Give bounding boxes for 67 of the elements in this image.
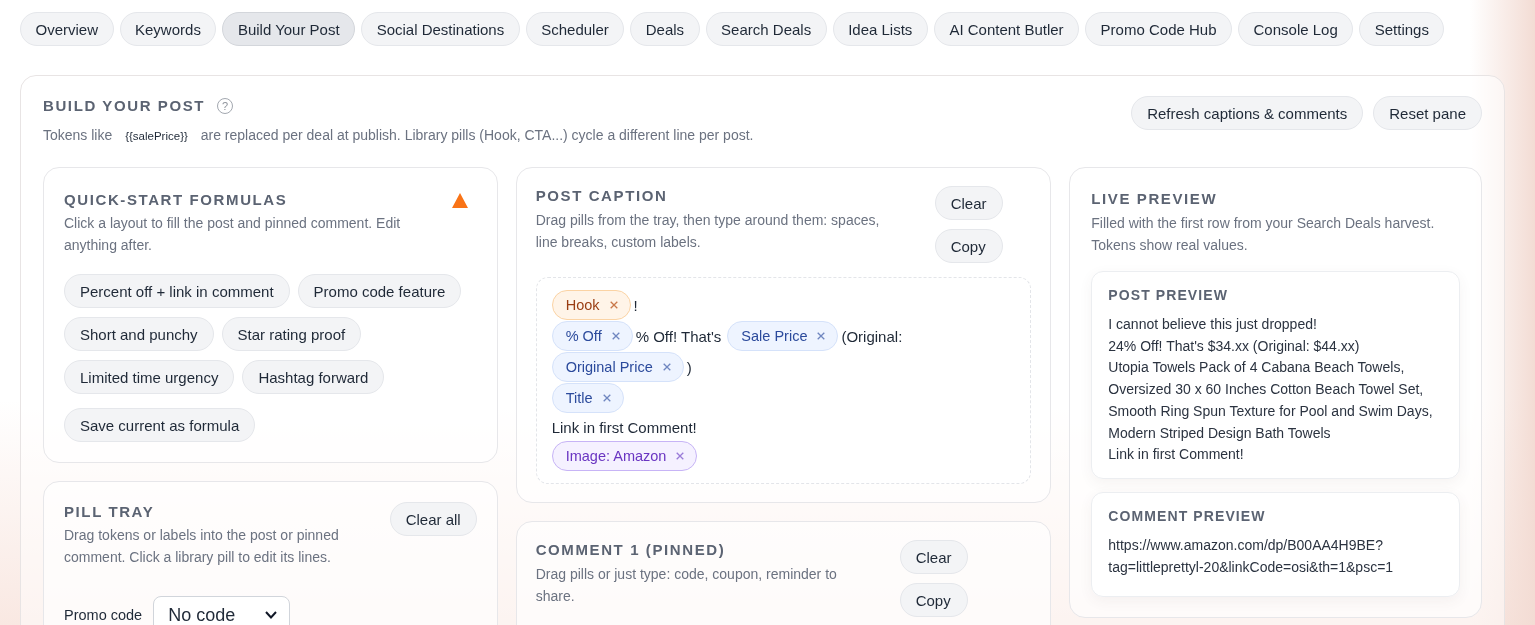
card-title: COMMENT 1 (PINNED) — [535, 540, 727, 560]
token-pill[interactable]: Original Price — [551, 352, 684, 382]
clear-button[interactable]: Clear — [934, 186, 1003, 220]
tab[interactable]: Promo Code Hub — [1085, 12, 1232, 46]
library-pill[interactable]: Hook — [551, 290, 631, 320]
tab[interactable]: Keywords — [119, 12, 217, 46]
copy-button[interactable]: Copy — [899, 583, 968, 617]
tab[interactable]: AI Content Butler — [933, 12, 1080, 46]
promo-code-select[interactable]: No code — [153, 596, 291, 625]
caption-text: ! — [633, 296, 638, 314]
token-pill[interactable]: % Off — [551, 321, 633, 351]
card-description: Filled with the first row from your Search Deals harvest. Tokens show real values. — [1091, 214, 1436, 255]
image-pill[interactable]: Image: Amazon — [551, 441, 698, 471]
card-title: POST CAPTION — [535, 186, 669, 206]
panel-description: Tokens like {{salePrice}} are replaced per deal at publish. Library pills (Hook, CTA...) cycle a different line per post. — [43, 126, 754, 145]
close-icon[interactable] — [817, 332, 826, 340]
tab[interactable]: Deals — [630, 12, 700, 46]
save-formula-button[interactable]: Save current as formula — [64, 408, 256, 442]
tab[interactable]: Console Log — [1238, 12, 1354, 46]
formula-button[interactable]: Hashtag forward — [242, 360, 385, 394]
formula-button[interactable]: Star rating proof — [221, 317, 362, 351]
close-icon[interactable] — [662, 363, 671, 371]
preview-title: COMMENT PREVIEW — [1108, 506, 1267, 526]
token-pill[interactable]: Title — [551, 383, 624, 413]
refresh-captions-button[interactable]: Refresh captions & comments — [1131, 96, 1364, 130]
chevron-down-icon[interactable] — [265, 611, 278, 619]
formula-button[interactable]: Percent off + link in comment — [64, 274, 290, 308]
card-description: Click a layout to fill the post and pinned comment. Edit anything after. — [64, 214, 402, 255]
promo-code-label: Promo code — [64, 607, 143, 623]
caption-text: ) — [686, 358, 692, 376]
formula-button[interactable]: Short and punchy — [64, 317, 214, 351]
card-description: Drag pills or just type: code, coupon, reminder to share. — [535, 565, 838, 606]
formula-button[interactable]: Promo code feature — [297, 274, 462, 308]
card-title: QUICK-START FORMULAS — [64, 190, 289, 210]
caption-text: % Off! That's — [635, 327, 722, 345]
tab[interactable]: Idea Lists — [832, 12, 928, 46]
preview-text: Utopia Towels Pack of 4 Cabana Beach Towels, Oversized 30 x 60 Inches Cotton Beach Towel Set, Smooth Ring Spun Texture for Pool and Swim Days, Modern Striped Design Bath Towels — [1108, 358, 1434, 443]
panel-title: BUILD YOUR POST — [43, 96, 206, 116]
card-title: LIVE PREVIEW — [1091, 189, 1219, 209]
clear-button[interactable]: Clear — [899, 540, 968, 574]
caption-text: Link in first Comment! — [551, 418, 697, 436]
preview-text: I cannot believe this just dropped! — [1108, 315, 1318, 334]
close-icon[interactable] — [609, 301, 618, 309]
card-title: PILL TRAY — [64, 502, 156, 522]
card-description: Drag tokens or labels into the post or pinned comment. Click a library pill to edit its lines. — [64, 526, 340, 567]
preview-text: Link in first Comment! — [1108, 445, 1245, 465]
caption-editor[interactable]: Hook ! % Off % Off! That's Sale Price (Original: Original Price ) Title Link in first Comment! Image: Amazon — [535, 277, 1032, 484]
triangle-icon[interactable] — [451, 193, 468, 208]
copy-button[interactable]: Copy — [934, 229, 1003, 263]
close-icon[interactable] — [602, 394, 611, 402]
close-icon[interactable] — [676, 452, 685, 460]
preview-text: 24% Off! That's $34.xx (Original: $44.xx) — [1108, 336, 1361, 356]
formula-button[interactable]: Limited time urgency — [64, 360, 235, 394]
reset-pane-button[interactable]: Reset pane — [1373, 96, 1482, 130]
card-description: Drag pills from the tray, then type around them: spaces, line breaks, custom labels. — [535, 211, 881, 252]
tab[interactable]: Scheduler — [525, 12, 625, 46]
tab[interactable]: Social Destinations — [361, 12, 520, 46]
clear-all-button[interactable]: Clear all — [389, 502, 477, 536]
caption-text: (Original: — [841, 327, 903, 345]
tab[interactable]: Build Your Post — [222, 12, 356, 46]
tab[interactable]: Settings — [1359, 12, 1445, 46]
token-pill[interactable]: Sale Price — [727, 321, 839, 351]
preview-title: POST PREVIEW — [1108, 286, 1230, 305]
tab[interactable]: Overview — [20, 12, 114, 46]
preview-text: https://www.amazon.com/dp/B00AA4H9BE?tag=littleprettyl-20&linkCode=osi&th=1&psc=1 — [1108, 535, 1395, 577]
tab[interactable]: Search Deals — [705, 12, 827, 46]
close-icon[interactable] — [611, 332, 620, 340]
